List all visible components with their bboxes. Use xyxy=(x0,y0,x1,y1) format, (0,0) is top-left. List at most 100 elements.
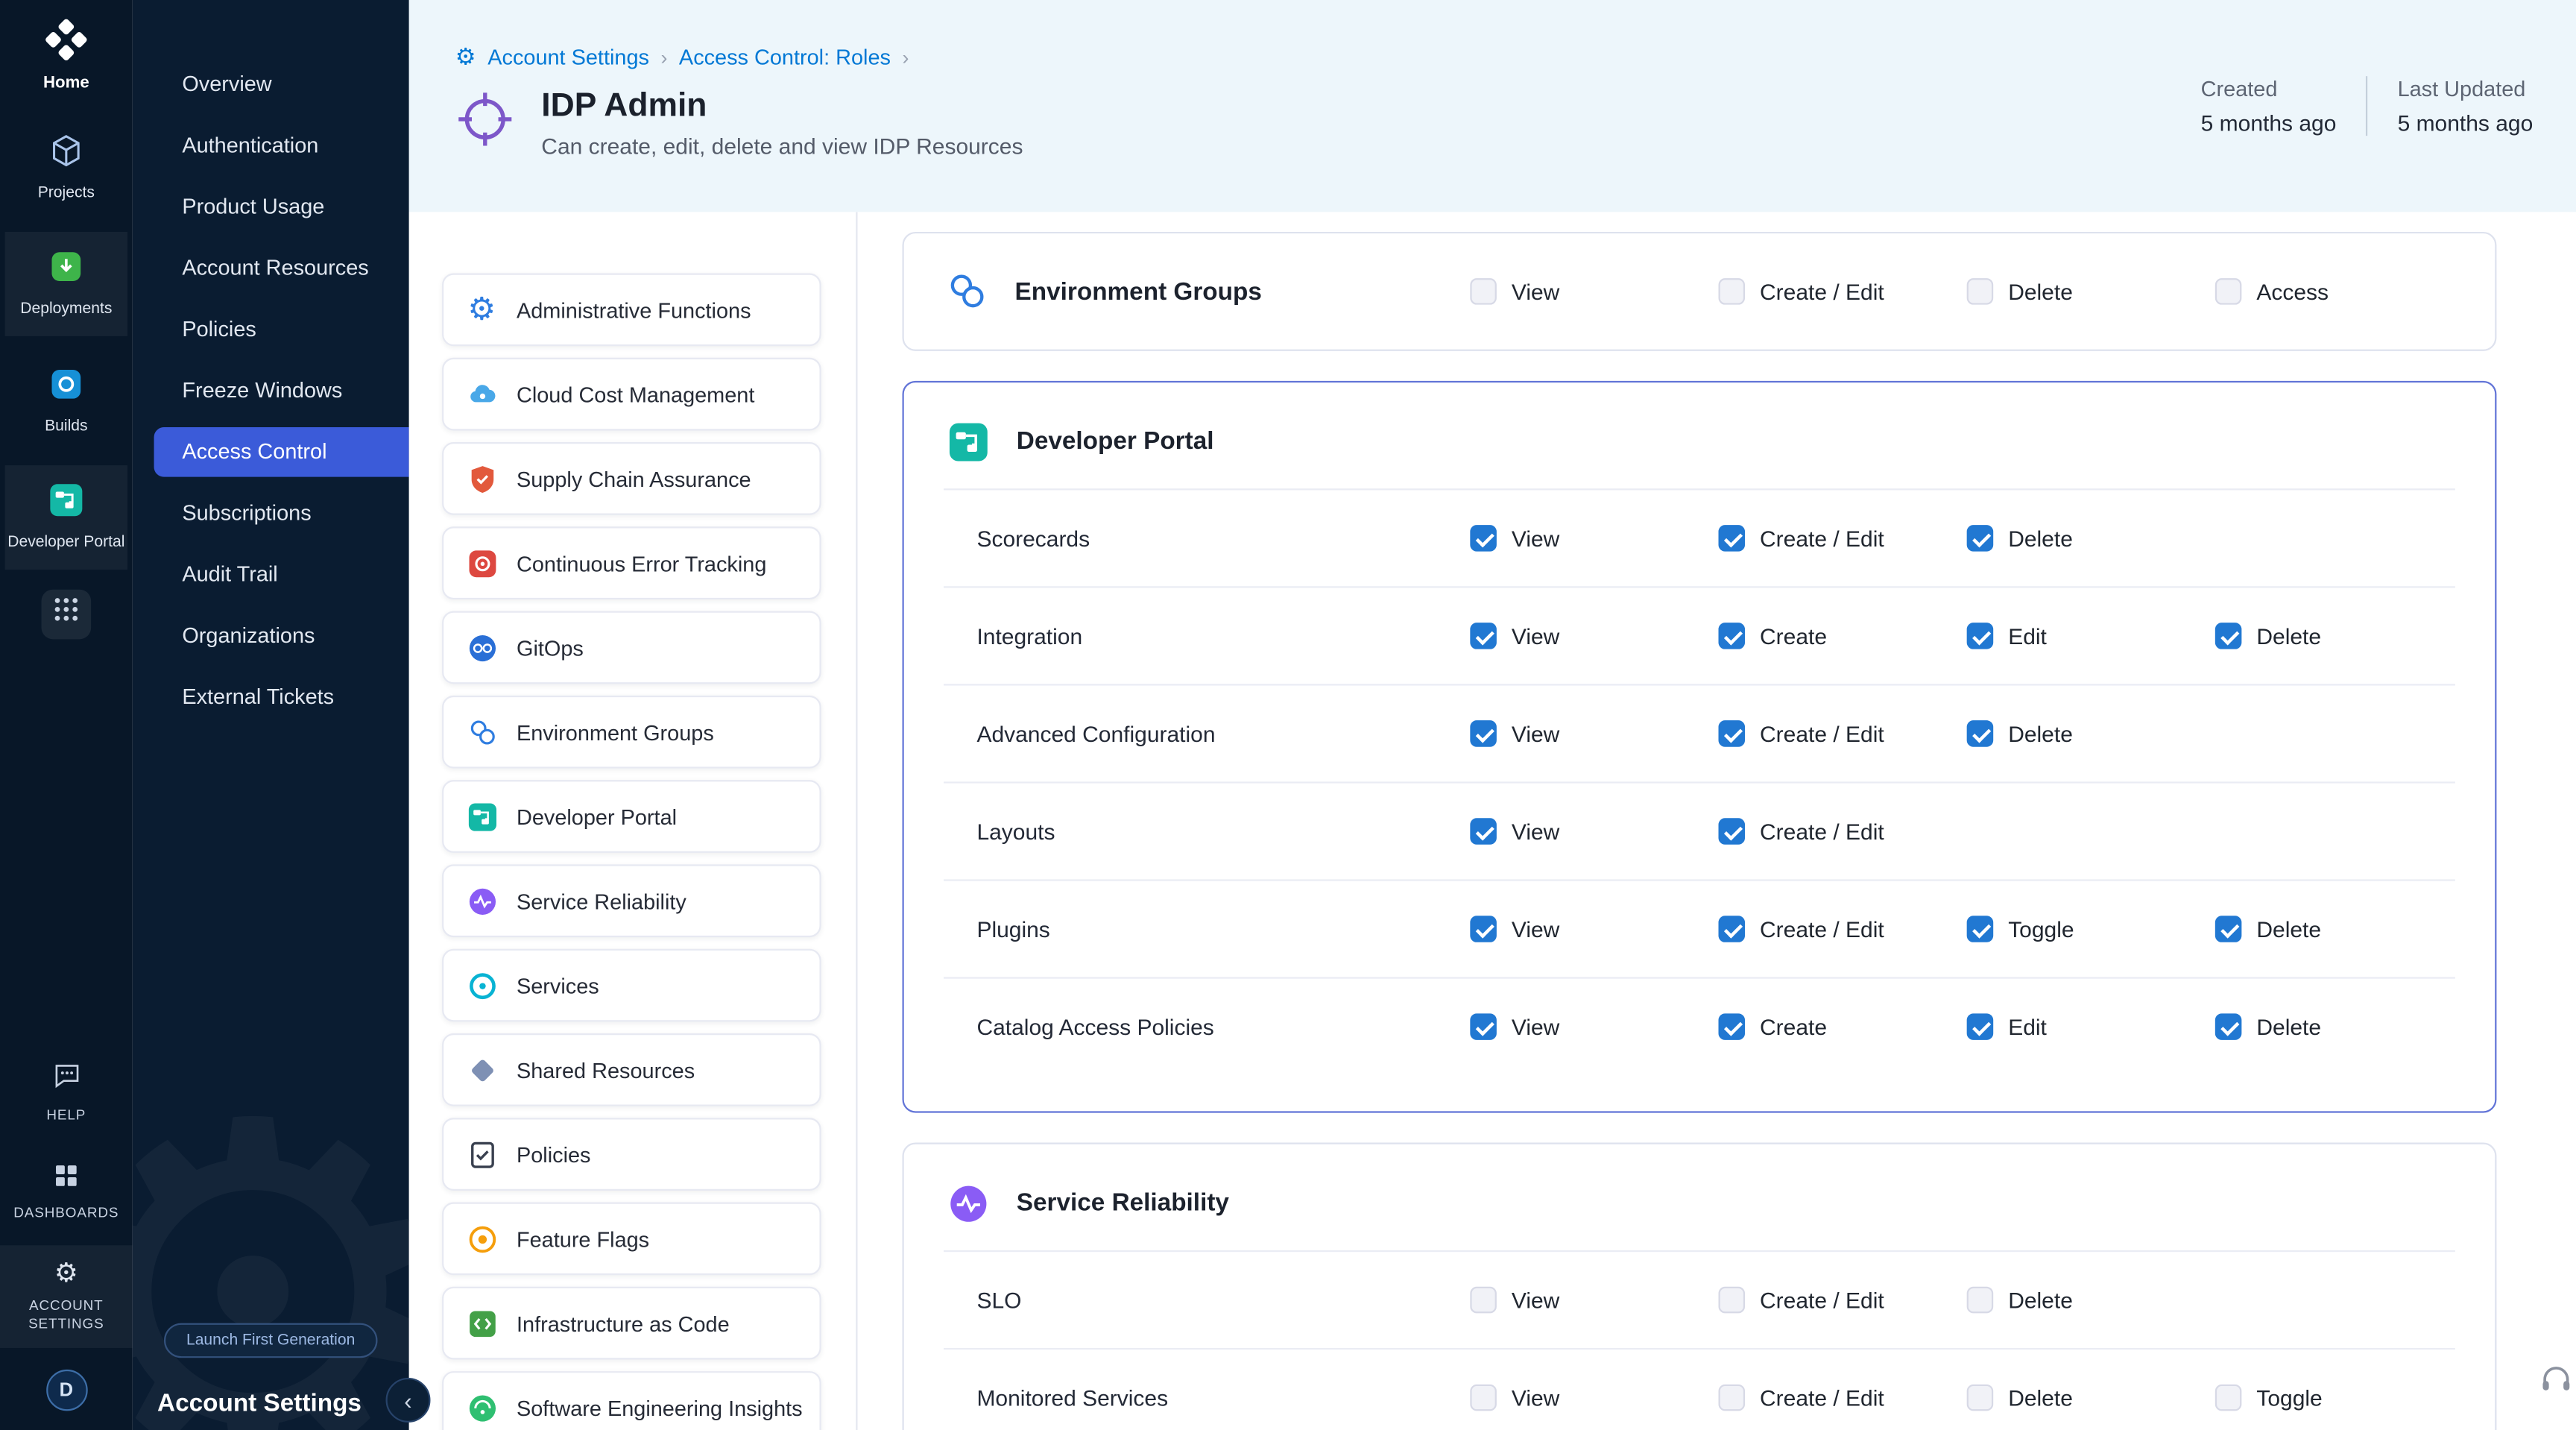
perm-view: View xyxy=(1470,1287,1718,1314)
rail-module-projects[interactable]: Projects xyxy=(4,116,128,219)
created-value: 5 months ago xyxy=(2201,111,2337,136)
rail-item-label: HELP xyxy=(5,1106,127,1124)
resource-item-developer-portal[interactable]: Developer Portal xyxy=(442,780,821,853)
resource-item-administrative-functions[interactable]: ⚙Administrative Functions xyxy=(442,273,821,346)
checkbox-delete[interactable] xyxy=(1967,1385,1994,1411)
resource-item-feature-flags[interactable]: Feature Flags xyxy=(442,1203,821,1276)
sidebar-item-external-tickets[interactable]: External Tickets xyxy=(154,673,409,722)
sidebar-item-organizations[interactable]: Organizations xyxy=(154,611,409,661)
resource-item-supply-chain-assurance[interactable]: Supply Chain Assurance xyxy=(442,442,821,515)
checkbox-view[interactable] xyxy=(1470,1385,1497,1411)
resource-item-continuous-error-tracking[interactable]: Continuous Error Tracking xyxy=(442,526,821,599)
help-headset-icon[interactable] xyxy=(2538,1361,2575,1398)
checkbox-create-edit[interactable] xyxy=(1719,720,1746,747)
checkbox-create-edit[interactable] xyxy=(1719,1287,1746,1314)
rail-home[interactable]: Home xyxy=(0,0,133,103)
resource-item-label: Infrastructure as Code xyxy=(517,1311,730,1335)
permission-row-plugins: PluginsViewCreate / EditToggleDelete xyxy=(944,879,2455,977)
sidebar-item-access-control[interactable]: Access Control xyxy=(154,427,409,477)
sidebar-item-policies[interactable]: Policies xyxy=(154,305,409,355)
checkbox-edit[interactable] xyxy=(1967,1013,1994,1040)
permission-row-label: Advanced Configuration xyxy=(944,721,1470,746)
resource-item-environment-groups[interactable]: Environment Groups xyxy=(442,696,821,769)
sidebar-item-audit-trail[interactable]: Audit Trail xyxy=(154,549,409,599)
sidebar-item-subscriptions[interactable]: Subscriptions xyxy=(154,488,409,538)
perm-delete: Delete xyxy=(1967,1385,2215,1411)
supply-chain-icon xyxy=(465,462,498,495)
rail-item-dashboards[interactable]: DASHBOARDS xyxy=(0,1147,133,1237)
resource-item-software-engineering-insights[interactable]: Software Engineering Insights xyxy=(442,1371,821,1430)
services-icon xyxy=(465,968,498,1001)
checkbox-toggle[interactable] xyxy=(1967,916,1994,942)
perm-view: View xyxy=(1470,720,1718,747)
card-rows: Environment GroupsViewCreate / EditDelet… xyxy=(944,233,2455,349)
checkbox-view[interactable] xyxy=(1470,818,1497,845)
service-reliability-icon xyxy=(465,884,498,917)
sidebar-item-account-resources[interactable]: Account Resources xyxy=(154,244,409,294)
sidebar-item-freeze-windows[interactable]: Freeze Windows xyxy=(154,366,409,416)
launch-first-generation-button[interactable]: Launch First Generation xyxy=(163,1323,379,1358)
checkbox-create-edit[interactable] xyxy=(1719,278,1746,305)
checkbox-create-edit[interactable] xyxy=(1719,818,1746,845)
checkbox-view[interactable] xyxy=(1470,623,1497,649)
resource-item-service-reliability[interactable]: Service Reliability xyxy=(442,864,821,937)
resource-item-infrastructure-as-code[interactable]: Infrastructure as Code xyxy=(442,1287,821,1360)
checkbox-delete[interactable] xyxy=(1967,1287,1994,1314)
checkbox-edit[interactable] xyxy=(1967,623,1994,649)
rail-item-account-settings[interactable]: ⚙ACCOUNT SETTINGS xyxy=(0,1245,133,1348)
created-label: Created xyxy=(2201,76,2337,101)
checkbox-create-edit[interactable] xyxy=(1719,1385,1746,1411)
checkbox-create[interactable] xyxy=(1719,623,1746,649)
permission-row-label: Monitored Services xyxy=(944,1385,1470,1410)
role-target-icon xyxy=(455,89,515,157)
resource-item-policies[interactable]: Policies xyxy=(442,1118,821,1191)
perm-delete: Delete xyxy=(2215,916,2455,942)
permission-row-catalog-access-policies: Catalog Access PoliciesViewCreateEditDel… xyxy=(944,977,2455,1074)
checkbox-delete[interactable] xyxy=(1967,278,1994,305)
checkbox-create-edit[interactable] xyxy=(1719,525,1746,552)
breadcrumb-account-settings[interactable]: Account Settings xyxy=(487,45,649,69)
checkbox-delete[interactable] xyxy=(2215,1013,2242,1040)
resource-item-shared-resources[interactable]: Shared Resources xyxy=(442,1033,821,1106)
page: Home Projects Deployments Builds Developer … xyxy=(0,0,2576,1430)
checkbox-delete[interactable] xyxy=(2215,623,2242,649)
module-browser-button[interactable] xyxy=(42,589,92,639)
perm-delete: Delete xyxy=(2215,1013,2455,1040)
rail-home-label: Home xyxy=(0,75,133,92)
resource-item-cloud-cost-management[interactable]: Cloud Cost Management xyxy=(442,358,821,431)
checkbox-view[interactable] xyxy=(1470,720,1497,747)
checkbox-view[interactable] xyxy=(1470,278,1497,305)
checkbox-view[interactable] xyxy=(1470,1287,1497,1314)
rail-module-deployments[interactable]: Deployments xyxy=(4,233,128,336)
resource-item-gitops[interactable]: GitOps xyxy=(442,611,821,684)
rail-module-developer-portal[interactable]: Developer Portal xyxy=(4,466,128,570)
rail-item-help[interactable]: HELP xyxy=(0,1045,133,1139)
checkbox-delete[interactable] xyxy=(2215,916,2242,942)
checkbox-view[interactable] xyxy=(1470,525,1497,552)
sidebar-item-authentication[interactable]: Authentication xyxy=(154,121,409,171)
perm-label: Delete xyxy=(2008,1288,2073,1312)
checkbox-view[interactable] xyxy=(1470,1013,1497,1040)
checkbox-toggle[interactable] xyxy=(2215,1385,2242,1411)
sidebar-item-overview[interactable]: Overview xyxy=(154,60,409,110)
sidebar-item-product-usage[interactable]: Product Usage xyxy=(154,182,409,232)
resource-item-services[interactable]: Services xyxy=(442,949,821,1022)
rail-module-builds[interactable]: Builds xyxy=(4,349,128,453)
checkbox-delete[interactable] xyxy=(1967,525,1994,552)
breadcrumb-access-control-roles[interactable]: Access Control: Roles xyxy=(679,45,891,69)
user-avatar[interactable]: D xyxy=(45,1370,87,1411)
sidebar-collapse-handle[interactable]: ‹ xyxy=(386,1378,431,1423)
dashboards-icon xyxy=(53,1162,80,1189)
perm-toggle: Toggle xyxy=(1967,916,2215,942)
checkbox-create[interactable] xyxy=(1719,1013,1746,1040)
checkbox-view[interactable] xyxy=(1470,916,1497,942)
permission-row-integration: IntegrationViewCreateEditDelete xyxy=(944,586,2455,684)
feature-flags-icon xyxy=(465,1222,498,1255)
resources-panel: ⚙Administrative Functions Cloud Cost Mana… xyxy=(409,212,858,1430)
checkbox-create-edit[interactable] xyxy=(1719,916,1746,942)
checkbox-delete[interactable] xyxy=(1967,720,1994,747)
meta-divider xyxy=(2366,76,2367,136)
permission-row-label: SLO xyxy=(944,1288,1470,1312)
checkbox-access[interactable] xyxy=(2215,278,2242,305)
perm-label: Delete xyxy=(2008,1385,2073,1410)
